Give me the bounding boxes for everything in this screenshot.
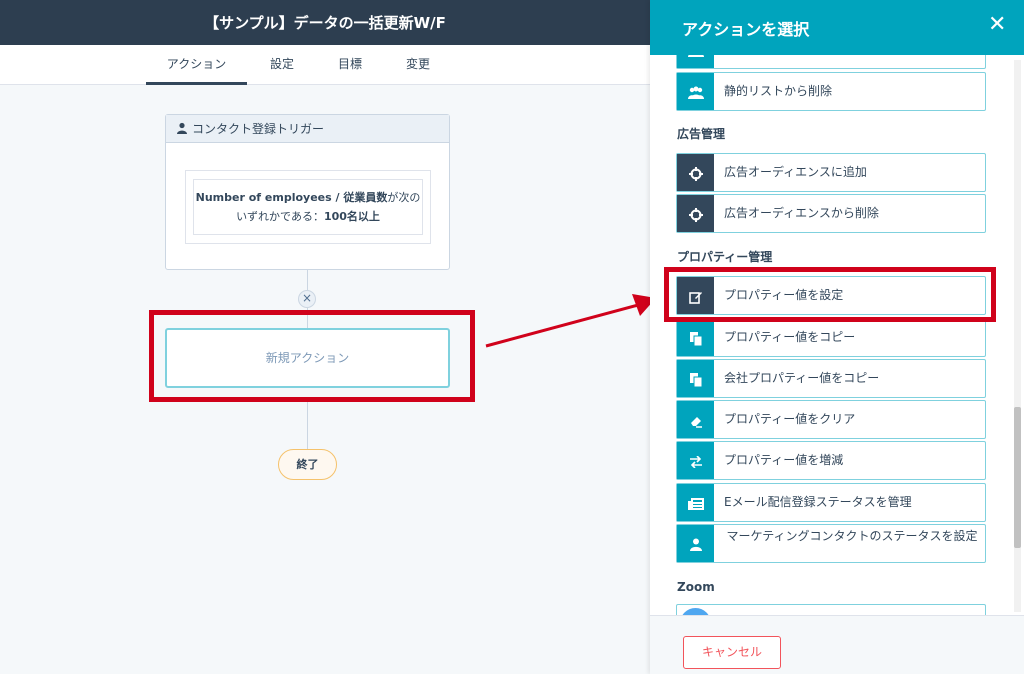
tab-settings[interactable]: 設定 — [260, 45, 304, 85]
tab-changes[interactable]: 変更 — [396, 45, 440, 85]
action-item[interactable] — [676, 604, 986, 615]
action-label: 広告オーディエンスに追加 — [724, 165, 867, 179]
eraser-icon — [677, 401, 714, 438]
user-icon — [677, 525, 714, 562]
target-icon — [677, 154, 714, 191]
tab-actions[interactable]: アクション — [146, 45, 247, 85]
scrollbar-thumb[interactable] — [1014, 407, 1021, 548]
action-label: 静的リストから削除 — [724, 84, 833, 98]
tab-goals[interactable]: 目標 — [327, 45, 373, 85]
people-icon — [677, 55, 714, 68]
action-label: 広告オーディエンスから削除 — [724, 206, 879, 220]
action-label: 会社プロパティー値をコピー — [724, 371, 880, 385]
cancel-button[interactable]: キャンセル — [683, 636, 781, 669]
action-item[interactable]: プロパティー値を増減 — [676, 441, 986, 480]
action-item[interactable]: 静的リストに追加 — [676, 55, 986, 69]
remove-branch-button[interactable]: × — [298, 290, 316, 308]
condition-value: 100名以上 — [323, 210, 380, 223]
target-icon — [677, 195, 714, 232]
panel-body[interactable]: 静的リストに追加 静的リストから削除 広告管理 広告オーディエンスに追加 広告オ… — [650, 55, 1024, 615]
end-node: 終了 — [278, 449, 337, 480]
top-bar: 【サンプル】データの一括更新W/F — [0, 0, 650, 45]
panel-footer: キャンセル — [650, 615, 1024, 674]
action-label: Eメール配信登録ステータスを管理 — [724, 495, 912, 509]
action-panel: アクションを選択 ✕ 静的リストに追加 静的リストから削除 広告管理 広告オーデ… — [650, 0, 1024, 674]
tab-bar: アクション 設定 目標 変更 — [0, 45, 650, 85]
action-item[interactable]: 広告オーディエンスに追加 — [676, 153, 986, 192]
action-item[interactable]: プロパティー値をコピー — [676, 318, 986, 357]
action-item[interactable]: 会社プロパティー値をコピー — [676, 359, 986, 398]
highlight-box-set-property — [664, 267, 996, 322]
swap-icon — [677, 442, 714, 479]
condition-box: Number of employees / 従業員数が次のいずれかである：100… — [185, 170, 431, 244]
workflow-title: 【サンプル】データの一括更新W/F — [204, 14, 446, 32]
action-item[interactable]: 広告オーディエンスから削除 — [676, 194, 986, 233]
action-label: 静的リストに追加 — [724, 55, 820, 68]
panel-header: アクションを選択 ✕ — [650, 0, 1024, 55]
action-label: プロパティー値をクリア — [724, 412, 856, 426]
action-item[interactable]: プロパティー値をクリア — [676, 400, 986, 439]
panel-title: アクションを選択 — [682, 20, 810, 39]
user-icon — [177, 122, 187, 134]
action-label: プロパティー値を増減 — [724, 453, 844, 467]
section-title-properties: プロパティー管理 — [677, 250, 773, 264]
trigger-card[interactable]: コンタクト登録トリガー Number of employees / 従業員数が次… — [165, 114, 450, 270]
action-item[interactable]: 静的リストから削除 — [676, 72, 986, 111]
connector-line — [307, 402, 308, 449]
newspaper-icon — [677, 484, 714, 521]
connector-line — [307, 270, 308, 290]
action-item[interactable]: Eメール配信登録ステータスを管理 — [676, 483, 986, 522]
condition-text: Number of employees / 従業員数が次のいずれかである：100… — [193, 179, 423, 235]
section-title-zoom: Zoom — [677, 580, 715, 594]
zoom-icon — [677, 605, 714, 615]
action-item[interactable]: マーケティングコンタクトのステータスを設定 — [676, 524, 986, 563]
highlight-box-new-action — [149, 310, 475, 402]
pointer-arrow — [485, 294, 656, 348]
copy-icon — [677, 319, 714, 356]
action-label: プロパティー値をコピー — [724, 330, 856, 344]
copy-icon — [677, 360, 714, 397]
trigger-title: コンタクト登録トリガー — [192, 122, 325, 136]
trigger-header: コンタクト登録トリガー — [166, 115, 449, 143]
close-icon[interactable]: ✕ — [988, 14, 1006, 36]
action-label: マーケティングコンタクトのステータスを設定 — [726, 529, 978, 543]
section-title-ads: 広告管理 — [677, 127, 726, 141]
condition-property: Number of employees / 従業員数 — [195, 191, 388, 204]
people-icon — [677, 73, 714, 110]
